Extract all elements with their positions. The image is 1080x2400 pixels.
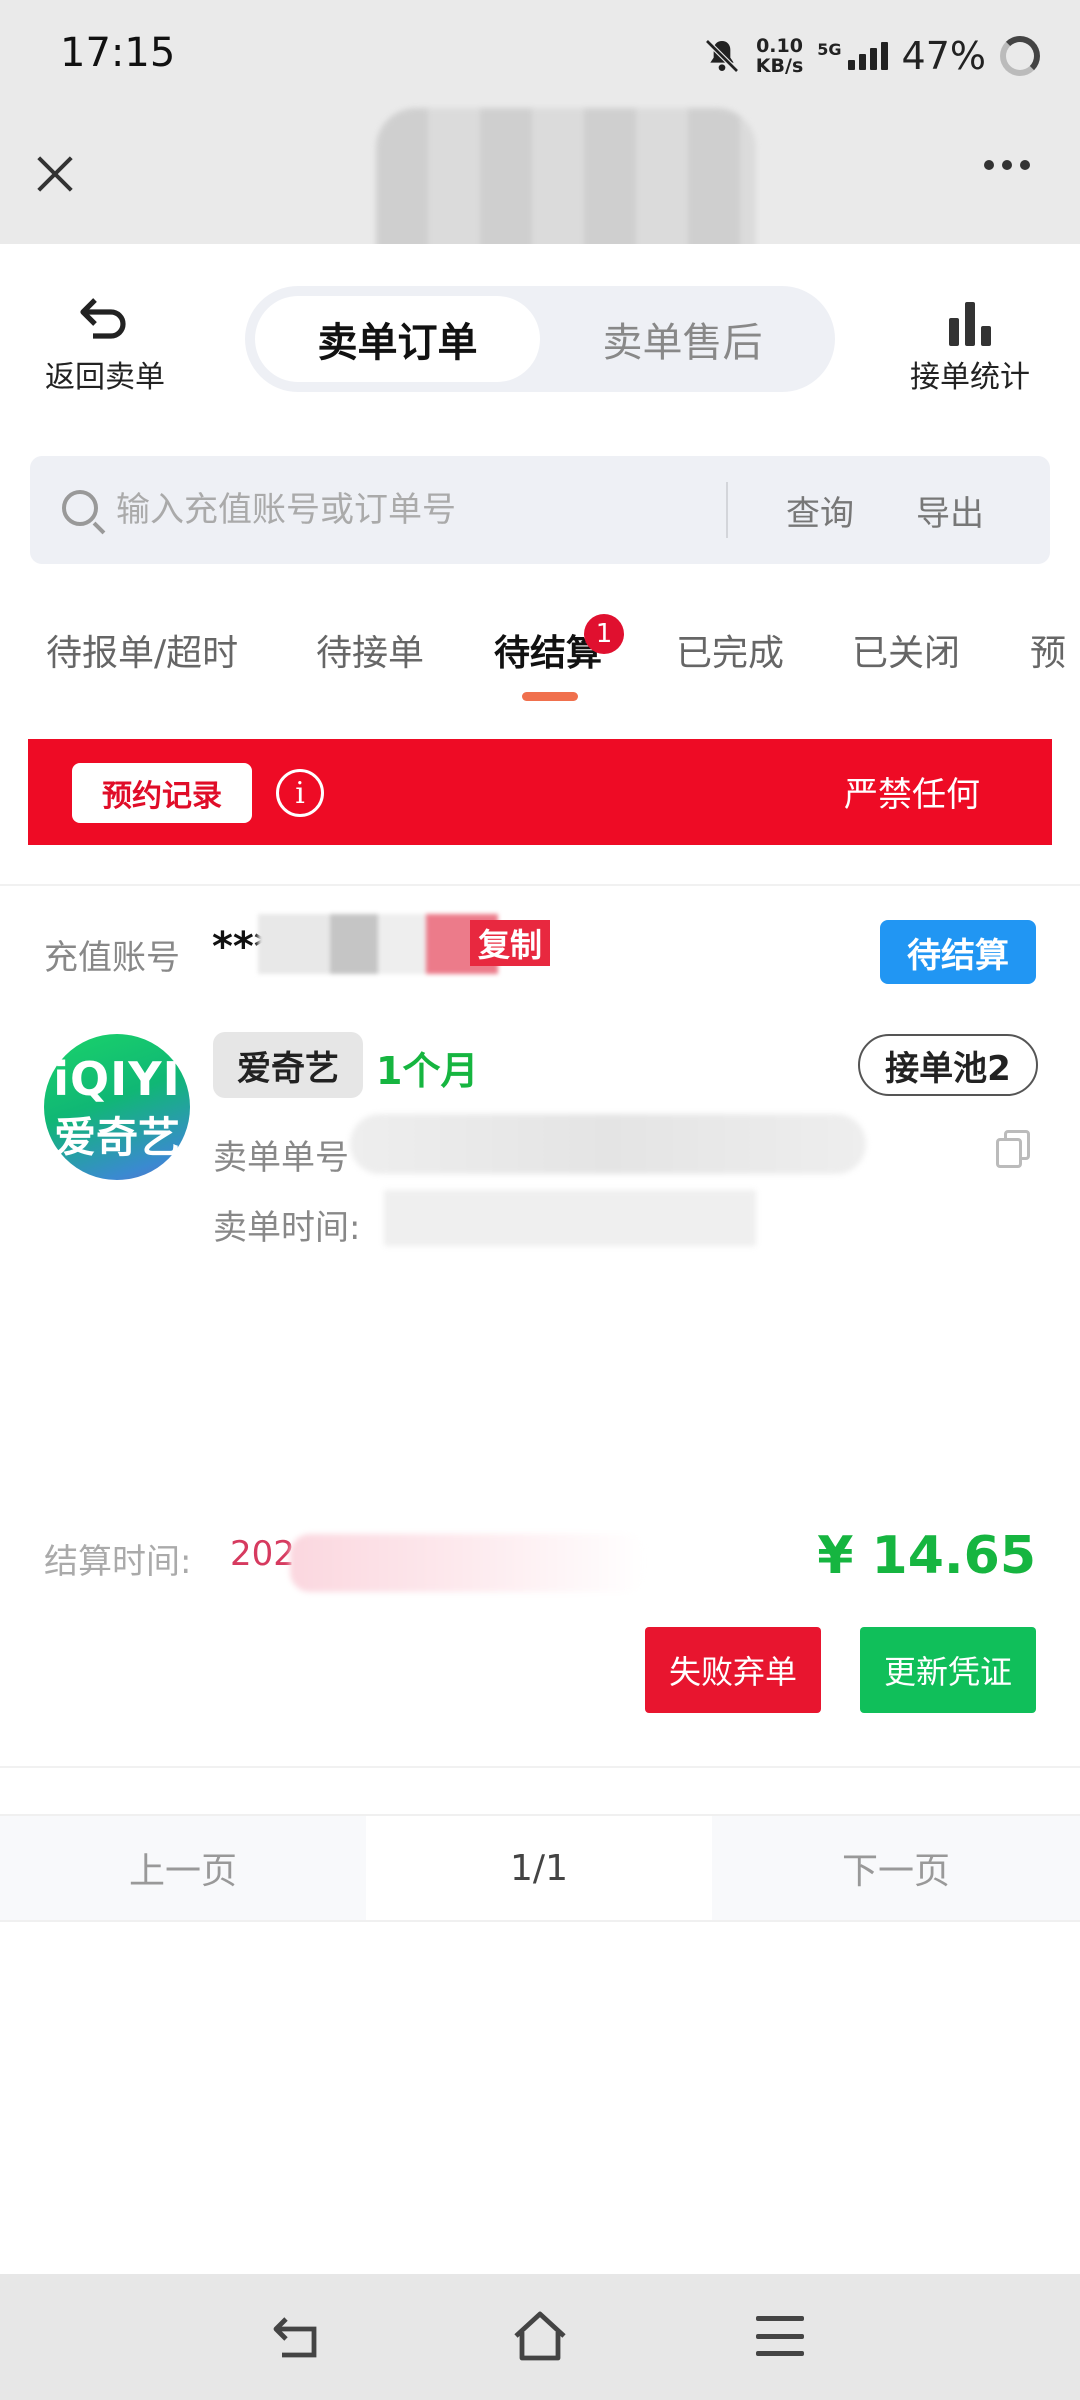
search-divider	[726, 482, 728, 538]
menu-icon[interactable]	[756, 2316, 804, 2356]
copy-account-button[interactable]: 复制	[470, 920, 550, 966]
more-icon[interactable]	[984, 160, 1030, 170]
tab-badge: 1	[584, 614, 624, 654]
order-number-label: 卖单单号	[213, 1138, 349, 1178]
order-number-redacted	[350, 1114, 866, 1174]
tab-pending-report[interactable]: 待报单/超时	[46, 624, 238, 676]
system-nav-bar	[0, 2274, 1080, 2400]
bar-chart-icon	[900, 294, 1040, 346]
tab-sell-aftersales[interactable]: 卖单售后	[540, 296, 825, 382]
back-label: 返回卖单	[45, 360, 165, 395]
next-page-button[interactable]: 下一页	[712, 1816, 1080, 1920]
platform-tag: 爱奇艺	[213, 1032, 363, 1098]
close-icon[interactable]	[30, 150, 78, 198]
iqiyi-logo: iQIYI 爱奇艺	[44, 1034, 190, 1180]
update-proof-button[interactable]: 更新凭证	[860, 1627, 1036, 1713]
tab-pending-accept[interactable]: 待接单	[316, 624, 424, 676]
account-label: 充值账号	[44, 938, 180, 978]
search-input[interactable]	[116, 476, 736, 544]
main-panel: 返回卖单 卖单订单 卖单售后 接单统计 查询 导出 待报单/超时 待接单 待结算…	[0, 244, 1080, 2274]
back-icon[interactable]	[270, 2312, 326, 2362]
reservation-records-button[interactable]: 预约记录	[72, 763, 252, 823]
copy-icon[interactable]	[996, 1130, 1032, 1170]
order-time-label: 卖单时间:	[213, 1208, 361, 1248]
query-button[interactable]: 查询	[786, 486, 854, 535]
account-redacted	[258, 914, 498, 974]
order-stats-button[interactable]: 接单统计	[900, 294, 1040, 396]
active-tab-indicator	[522, 692, 578, 701]
divider	[0, 884, 1080, 886]
logo-text-en: iQIYI	[53, 1052, 181, 1106]
tab-more[interactable]: 预	[1030, 624, 1066, 676]
status-badge: 待结算	[880, 920, 1036, 984]
net-speed: 0.10 KB/s	[756, 36, 803, 76]
signal-icon: 5G	[817, 40, 888, 70]
order-type-switch: 卖单订单 卖单售后	[245, 286, 835, 392]
prev-page-button[interactable]: 上一页	[0, 1816, 366, 1920]
pagination: 上一页 1/1 下一页	[0, 1814, 1080, 1922]
battery-icon	[1000, 36, 1040, 76]
search-icon	[62, 490, 98, 526]
undo-arrow-icon	[80, 298, 126, 339]
settle-time-redacted	[290, 1534, 646, 1592]
status-time: 17:15	[60, 30, 176, 76]
net-speed-unit: KB/s	[755, 55, 804, 77]
order-pool-tag: 接单池2	[858, 1034, 1038, 1096]
network-type: 5G	[817, 40, 842, 59]
notice-banner: 预约记录 i 严禁任何	[28, 739, 1052, 845]
notice-marquee: 严禁任何	[844, 775, 980, 815]
page-indicator: 1/1	[510, 1847, 568, 1889]
battery-level: 47%	[901, 34, 986, 78]
settle-time-label: 结算时间:	[44, 1542, 192, 1582]
order-price: ¥ 14.65	[817, 1526, 1036, 1586]
home-icon[interactable]	[510, 2308, 570, 2364]
bell-muted-icon	[705, 39, 739, 73]
divider	[0, 1766, 1080, 1768]
info-icon[interactable]: i	[276, 769, 324, 817]
abandon-order-button[interactable]: 失败弃单	[645, 1627, 821, 1713]
settle-time-value: 202	[230, 1534, 295, 1574]
search-bar: 查询 导出	[30, 456, 1050, 564]
back-to-sell-button[interactable]: 返回卖单	[40, 294, 170, 396]
net-speed-value: 0.10	[756, 35, 803, 57]
duration-label: 1个月	[376, 1049, 479, 1093]
tab-closed[interactable]: 已关闭	[852, 624, 960, 676]
tab-sell-orders[interactable]: 卖单订单	[255, 296, 540, 382]
status-tabs: 待报单/超时 待接单 待结算 1 已完成 已关闭 预	[0, 614, 1080, 704]
top-bar: 17:15 0.10 KB/s 5G 47%	[0, 0, 1080, 288]
order-time-redacted	[384, 1190, 756, 1246]
logo-text-cn: 爱奇艺	[53, 1113, 180, 1162]
status-icons: 0.10 KB/s 5G 47%	[702, 28, 1040, 84]
stats-label: 接单统计	[910, 360, 1030, 395]
tab-completed[interactable]: 已完成	[676, 624, 784, 676]
export-button[interactable]: 导出	[916, 486, 984, 535]
